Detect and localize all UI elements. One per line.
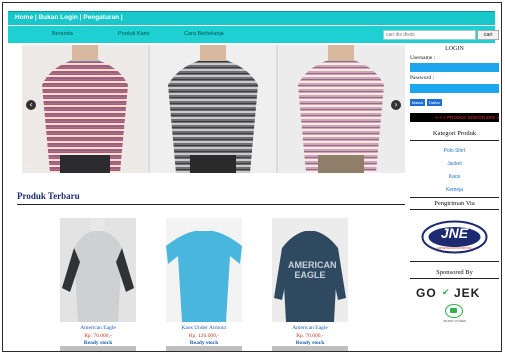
category-kemeja[interactable]: Kemeja [410,187,499,193]
product-name[interactable]: Kaos Under Armour [154,325,254,331]
shipping-title: Pengiriman Via [434,200,475,207]
next-row-product-image[interactable] [166,346,242,351]
sponsor-title: Sponsored By [436,269,473,276]
jne-logo-text: JNE [440,225,469,241]
login-title: LOGIN [445,46,464,52]
promo-marquee: < < < PRODUK DISKON 20% > [410,113,499,122]
slider-next-chevron-right-icon[interactable]: › [391,100,401,110]
gojek-badge-icon [445,304,463,318]
divider [410,197,499,198]
gojek-logo: GO ✔ JEK [416,286,494,300]
product-image-american-eagle[interactable]: AMERICAN EAGLE [272,218,348,322]
nav-item-cara-berbelanja[interactable]: Cara Berbelanja [184,31,224,37]
next-row-product-image[interactable] [60,346,136,351]
nav-item-produk-kami[interactable]: Produk Kami [118,31,150,37]
username-label: Username : [410,55,436,61]
slider-dots[interactable]: • • • [25,163,31,168]
login-button[interactable]: Masuk [410,99,425,106]
category-kaos[interactable]: Kaos [410,174,499,180]
gojek-logo-text-jek: JEK [454,286,481,300]
gojek-sub: INSTANT COURIER [443,320,466,323]
password-field[interactable] [410,84,499,93]
top-bar: Home | Bukan Login | Pengaturan | [8,11,495,25]
jne-logo: JNE EXPRESS ACROSS NATIONS [421,220,488,254]
section-title: Produk Terbaru [17,191,80,201]
username-field[interactable] [410,63,499,72]
divider [410,261,499,262]
divider [410,209,499,210]
product-price: Rp. 70.000,- [296,333,324,339]
product-price: Rp. 70.000,- [84,333,112,339]
search-input[interactable]: cari dis disini [383,30,476,40]
category-jacket[interactable]: Jacket [410,161,499,167]
page-frame: Home | Bukan Login | Pengaturan | Berand… [2,2,502,352]
divider [410,140,499,141]
divider [410,278,499,279]
gojek-leaf-icon: ✔ [442,288,450,298]
product-image-raglan[interactable] [60,218,136,322]
product-name[interactable]: American Eagle [260,325,360,331]
jne-logo-sub: EXPRESS ACROSS NATIONS [437,247,472,250]
slider-prev-chevron-left-icon[interactable]: ‹ [26,100,36,110]
password-label: Password : [410,75,434,81]
section-divider [17,204,405,205]
product-price: Rp. 120.000,- [188,333,220,339]
nav-item-beranda[interactable]: Beranda [52,31,73,37]
product-name[interactable]: American Eagle [48,325,148,331]
product-image-under-armour[interactable] [166,218,242,322]
top-links[interactable]: Home | Bukan Login | Pengaturan | [15,14,123,21]
slide-image-grey-shirt [150,45,276,173]
categories-title: Kategori Produk [432,130,477,137]
category-polo-shirt[interactable]: Polo Shirt [410,148,499,154]
slide-image-red-shirt [22,45,148,173]
register-button[interactable]: Daftar [427,99,442,106]
shirt-print: AMERICAN EAGLE [288,260,337,280]
search-button[interactable]: cari [477,30,499,40]
image-slider: ‹ › • • • [22,45,405,173]
slide-image-pink-shirt [278,45,405,173]
next-row-product-image[interactable] [272,346,348,351]
gojek-logo-text-go: GO [416,286,437,300]
